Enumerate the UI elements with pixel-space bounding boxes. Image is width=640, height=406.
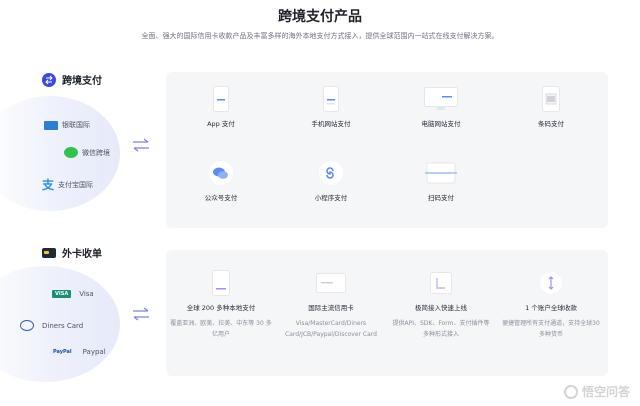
local-pay-icon (208, 270, 234, 296)
integration-item[interactable]: 极简接入快速上线 提供API、SDK、Form、支付插件等多种形式接入 (386, 270, 496, 340)
local-pay-label: 全球 200 多种本地支付 (186, 304, 256, 312)
mobile-web-pay-label: 手机网站支付 (311, 120, 351, 128)
brand-visa: VISA Visa (52, 290, 94, 298)
mobile-web-pay-item[interactable]: 手机网站支付 (276, 86, 386, 128)
app-phone-icon (208, 86, 234, 112)
section-cross-border-title: 跨境支付 (42, 72, 102, 87)
barcode-pay-label: 条码支付 (538, 120, 564, 128)
unionpay-icon (44, 120, 58, 130)
local-pay-item[interactable]: 全球 200 多种本地支付 覆盖亚洲、欧美、拉美、中东等 30 多亿用户 (166, 270, 276, 340)
wechat-official-icon (208, 160, 234, 186)
visa-icon: VISA (52, 290, 72, 298)
wechat-icon (64, 147, 78, 158)
integration-label: 极简接入快速上线 (415, 304, 467, 312)
mobile-web-icon (318, 86, 344, 112)
integration-desc: 提供API、SDK、Form、支付插件等多种形式接入 (392, 320, 490, 338)
exchange-icon (42, 72, 56, 87)
paypal-icon: PayPal (50, 348, 75, 356)
brand-diners: Diners Card (20, 320, 83, 331)
global-account-item[interactable]: 1 个账户全球收款 便捷管理所有支付通道，支持全球30多种货币 (496, 270, 606, 340)
desktop-web-pay-label: 电脑网站支付 (421, 120, 461, 128)
brand-unionpay: 银联国际 (44, 120, 90, 130)
section-card-acquiring-title: 外卡收单 (42, 245, 102, 260)
credit-card-label: 国际主流信用卡 (308, 304, 354, 312)
brand-wechat-label: 微信跨境 (82, 148, 110, 157)
brand-alipay: 支 支付宝国际 (42, 176, 93, 193)
global-account-label: 1 个账户全球收款 (525, 304, 577, 312)
mini-program-pay-item[interactable]: 小程序支付 (276, 160, 386, 202)
brand-unionpay-label: 银联国际 (62, 121, 90, 129)
desktop-web-icon (424, 86, 458, 112)
section-cross-border-label: 跨境支付 (62, 76, 102, 87)
credit-card-desc: Visa/MasterCard/Diners Card/JCB/Paypal/D… (285, 320, 377, 338)
watermark: 悟空问答 (563, 383, 630, 400)
barcode-pay-item[interactable]: 条码支付 (496, 86, 606, 128)
brand-wechat: 微信跨境 (64, 147, 110, 158)
local-pay-desc: 覆盖亚洲、欧美、拉美、中东等 30 多亿用户 (170, 320, 272, 338)
scan-code-pay-label: 扫码支付 (428, 194, 454, 202)
watermark-icon (563, 384, 578, 399)
watermark-text: 悟空问答 (581, 385, 630, 399)
scan-code-pay-item[interactable]: 扫码支付 (386, 160, 496, 202)
diners-icon (20, 320, 34, 331)
integration-icon (428, 270, 454, 296)
page-title: 跨境支付产品 (278, 9, 362, 25)
app-pay-item[interactable]: App 支付 (166, 86, 276, 128)
page-subtitle: 全面、强大的国际信用卡收款产品及丰富多样的海外本地支付方式接入，提供全球范围内一… (141, 32, 499, 40)
brand-diners-label: Diners Card (42, 321, 84, 330)
brand-paypal: PayPal Paypal (50, 348, 106, 356)
credit-card-item[interactable]: 国际主流信用卡 Visa/MasterCard/Diners Card/JCB/… (276, 270, 386, 340)
brand-visa-label: Visa (79, 290, 94, 298)
desktop-web-pay-item[interactable]: 电脑网站支付 (386, 86, 496, 128)
mini-program-pay-label: 小程序支付 (314, 194, 348, 202)
scan-code-icon (424, 160, 458, 186)
global-account-desc: 便捷管理所有支付通道，支持全球30多种货币 (502, 320, 600, 338)
alipay-icon: 支 (42, 178, 55, 192)
exchange-arrows-icon-2 (133, 307, 149, 321)
card-icon (42, 247, 56, 258)
credit-card-icon (316, 270, 346, 296)
cross-border-panel: App 支付 手机网站支付 电脑网站支付 条码支付 公众号支付 小程序支付 扫码… (166, 72, 608, 228)
exchange-arrows-icon (133, 138, 149, 152)
barcode-scanner-icon (538, 86, 564, 112)
global-account-icon (538, 270, 564, 296)
official-account-pay-item[interactable]: 公众号支付 (166, 160, 276, 202)
official-account-pay-label: 公众号支付 (204, 194, 238, 202)
card-acquiring-panel: 全球 200 多种本地支付 覆盖亚洲、欧美、拉美、中东等 30 多亿用户 国际主… (166, 250, 608, 376)
app-pay-label: App 支付 (207, 120, 235, 128)
brand-alipay-label: 支付宝国际 (58, 180, 94, 189)
mini-program-icon (318, 160, 344, 186)
brand-paypal-label: Paypal (82, 348, 106, 356)
section-card-acquiring-label: 外卡收单 (62, 249, 102, 260)
